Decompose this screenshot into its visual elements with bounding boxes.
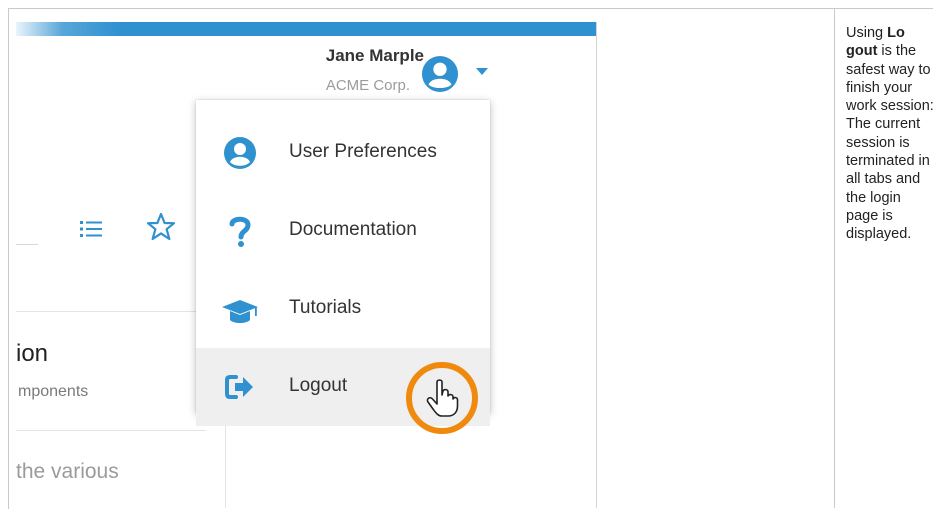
menu-item-tutorials[interactable]: Tutorials bbox=[196, 270, 490, 348]
user-company: ACME Corp. bbox=[325, 77, 410, 94]
favorite-star-icon[interactable] bbox=[146, 212, 176, 242]
user-circle-icon bbox=[224, 137, 256, 169]
menu-item-label: Tutorials bbox=[289, 297, 362, 318]
menu-item-label: Logout bbox=[289, 375, 348, 396]
section-divider bbox=[16, 311, 206, 312]
list-view-icon[interactable] bbox=[80, 220, 102, 238]
hand-pointer-icon bbox=[406, 362, 478, 434]
section-title-partial: ion bbox=[16, 340, 49, 367]
menu-item-label: User Preferences bbox=[289, 141, 437, 162]
app-header-bar bbox=[16, 22, 596, 36]
section-subtitle-partial: mponents bbox=[18, 383, 89, 400]
menu-item-user-preferences[interactable]: User Preferences bbox=[196, 114, 490, 192]
body-text-partial: the various bbox=[16, 460, 119, 483]
menu-item-documentation[interactable]: Documentation bbox=[196, 192, 490, 270]
logout-icon bbox=[225, 375, 253, 399]
section-divider bbox=[16, 430, 206, 431]
help-note: Using Lo gout is the safest way to finish… bbox=[846, 24, 934, 244]
search-underline-fragment bbox=[16, 244, 38, 245]
app-screenshot: Jane Marple ACME Corp. ion mponents the … bbox=[16, 22, 597, 508]
column-divider bbox=[834, 8, 835, 508]
menu-item-label: Documentation bbox=[289, 219, 417, 240]
chevron-down-icon[interactable] bbox=[476, 68, 488, 75]
graduation-cap-icon bbox=[222, 300, 258, 323]
question-mark-icon bbox=[229, 216, 251, 247]
user-avatar-icon[interactable] bbox=[421, 55, 459, 93]
user-name: Jane Marple bbox=[325, 46, 424, 65]
note-text: is the safest way to finish your work se… bbox=[846, 43, 934, 243]
note-prefix: Using bbox=[846, 25, 888, 41]
